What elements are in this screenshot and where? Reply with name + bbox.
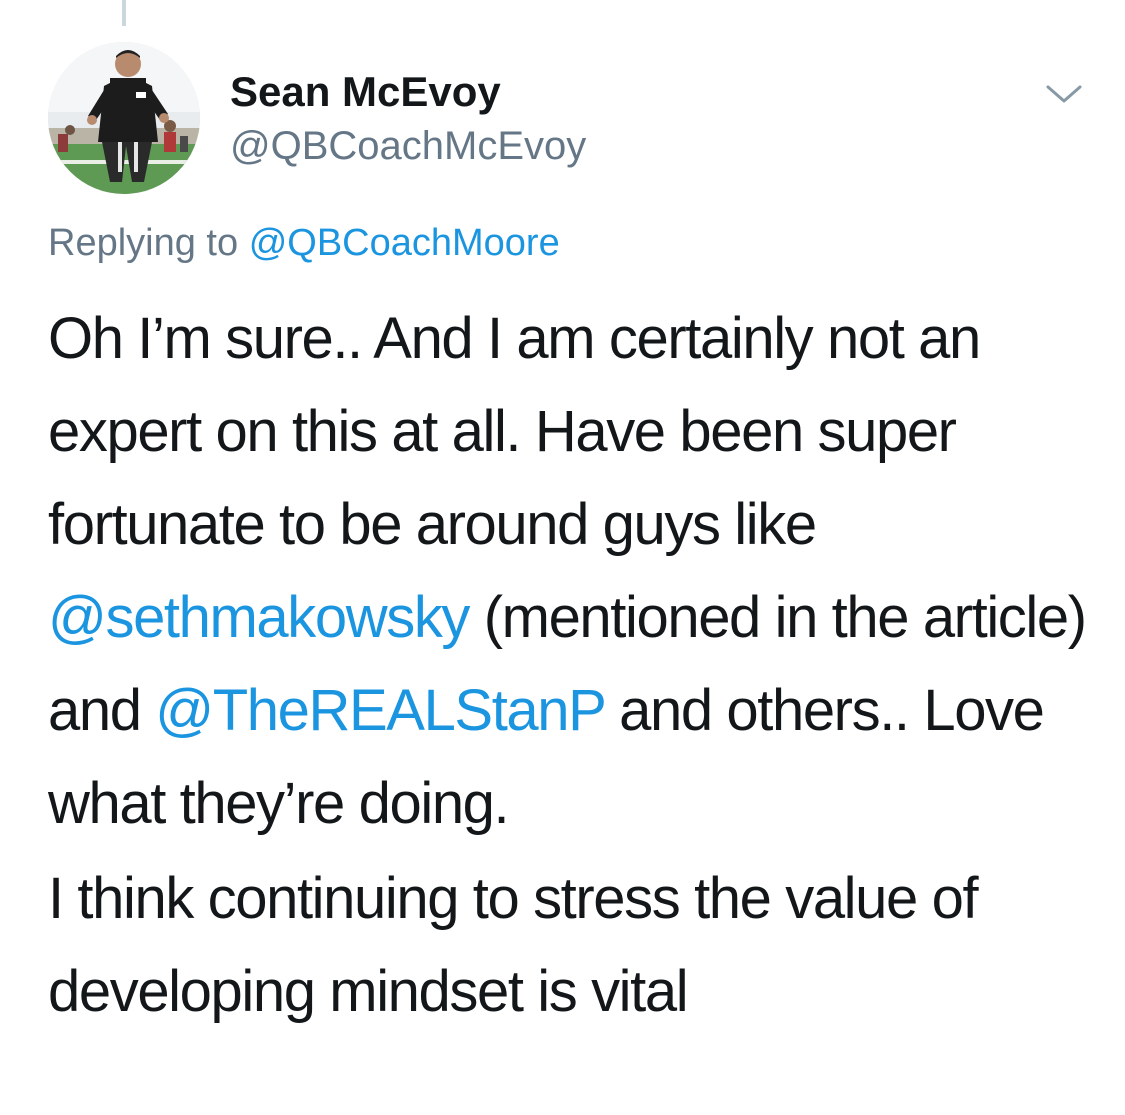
replying-to-line: Replying to @QBCoachMoore <box>48 218 560 268</box>
tweet-paragraph-2: I think continuing to stress the value o… <box>48 866 979 1024</box>
tweet-paragraph-1: Oh I’m sure.. And I am certainly not an … <box>48 292 1098 850</box>
reply-target-handle-link[interactable]: @QBCoachMoore <box>249 222 560 264</box>
tweet-header: Sean McEvoy @QBCoachMcEvoy <box>230 66 586 174</box>
more-options-button[interactable] <box>1044 78 1084 108</box>
tweet-text-segment: Oh I’m sure.. And I am certainly not an … <box>48 306 981 557</box>
mention-link-therealstanp[interactable]: @TheREALStanP <box>155 678 605 743</box>
profile-photo-icon <box>48 42 200 194</box>
avatar[interactable] <box>48 42 200 194</box>
mention-link-sethmakowsky[interactable]: @sethmakowsky <box>48 585 470 650</box>
tweet-text: Oh I’m sure.. And I am certainly not an … <box>48 292 1098 1038</box>
replying-to-label: Replying to <box>48 222 239 264</box>
author-handle[interactable]: @QBCoachMcEvoy <box>230 118 586 174</box>
chevron-down-icon <box>1046 85 1082 103</box>
author-display-name[interactable]: Sean McEvoy <box>230 66 586 118</box>
thread-connector-line <box>122 0 126 26</box>
